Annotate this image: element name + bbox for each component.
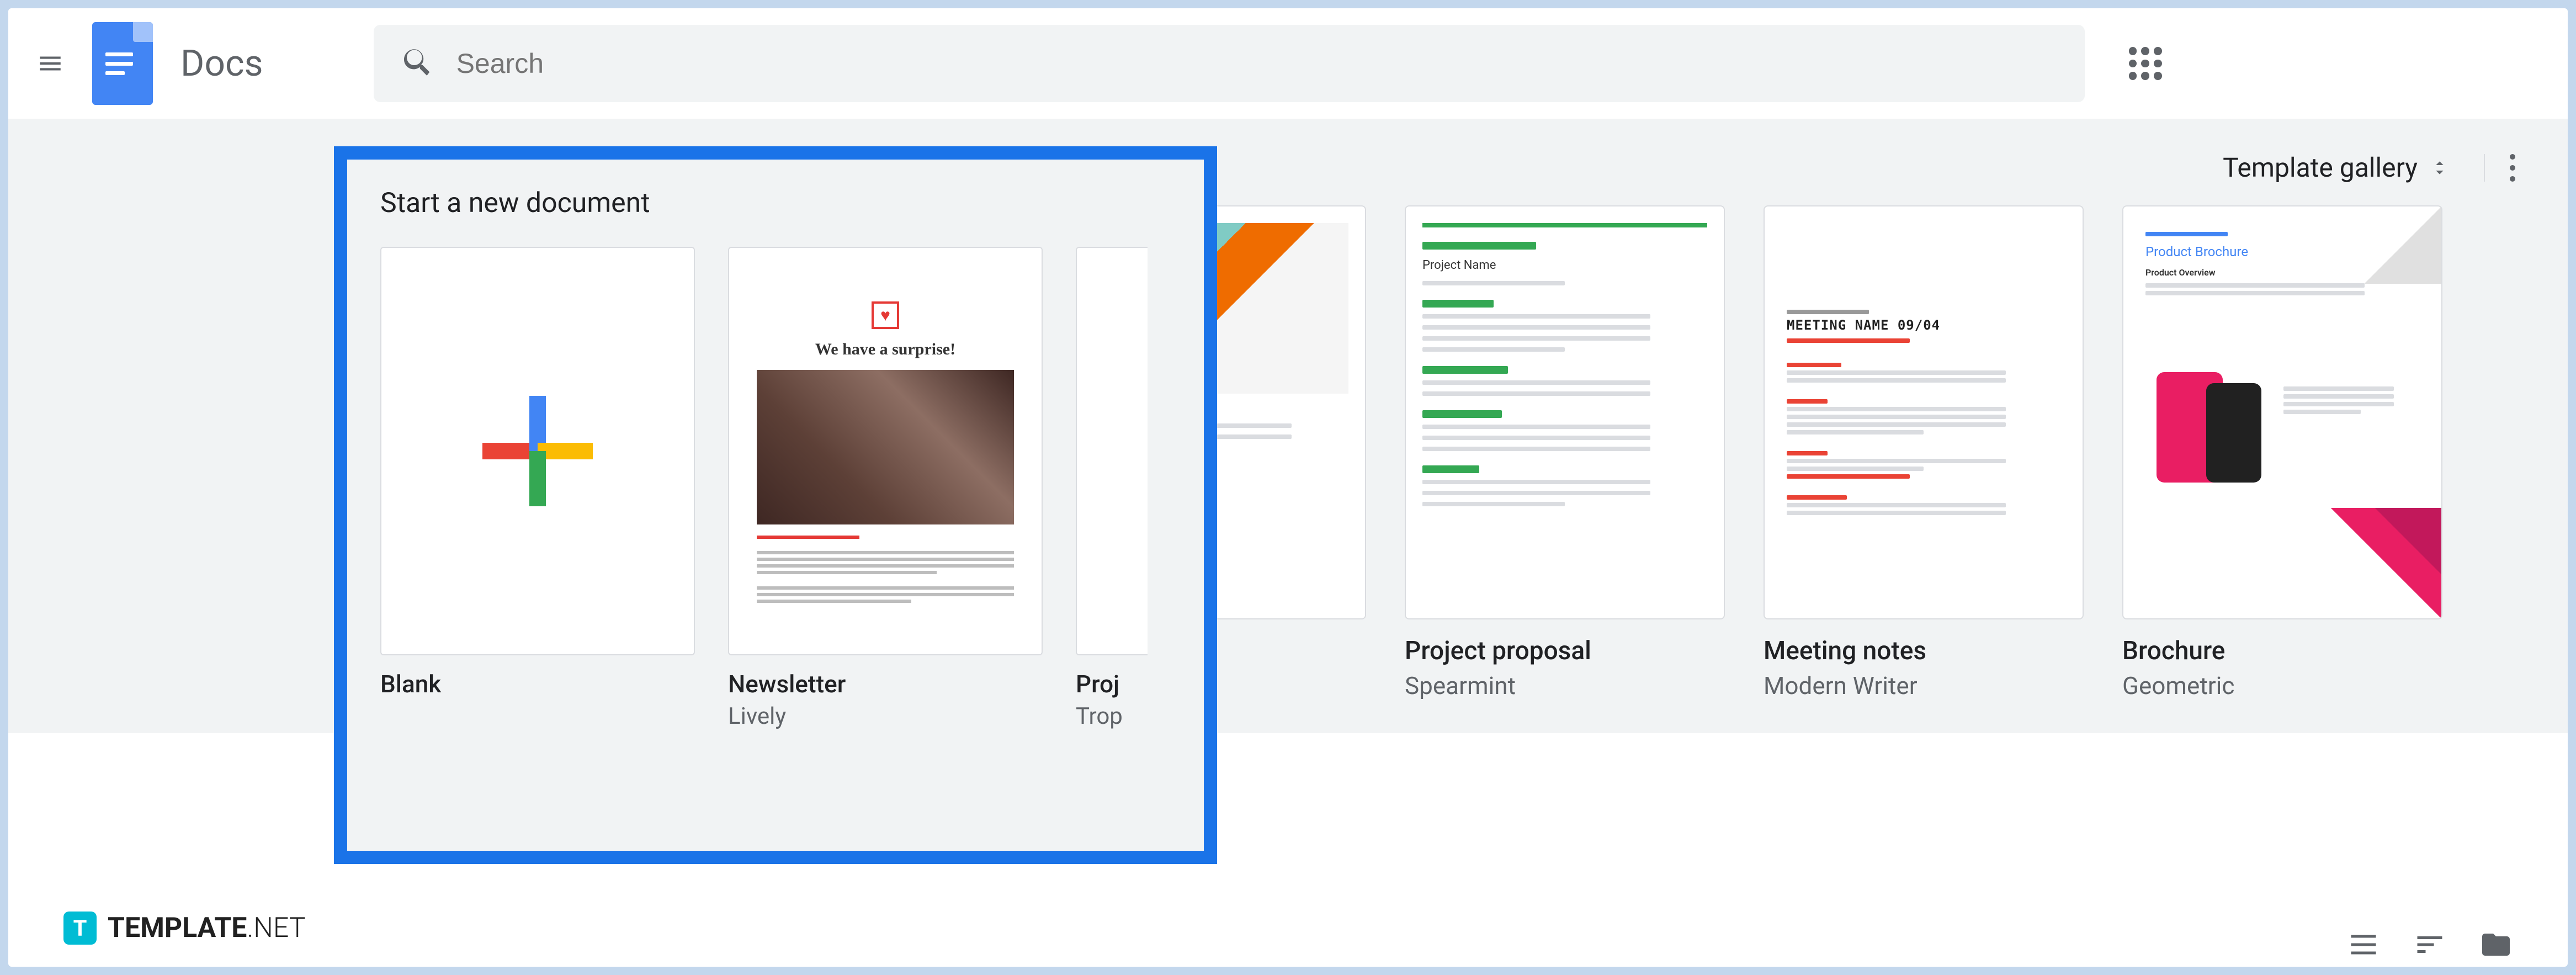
list-view-icon[interactable] bbox=[2347, 928, 2380, 961]
template-title: Blank bbox=[380, 670, 695, 698]
template-subtitle: Modern Writer bbox=[1764, 671, 2084, 700]
sort-icon[interactable] bbox=[2413, 928, 2446, 961]
template-thumbnail: Project Name bbox=[1405, 205, 1725, 619]
template-gallery-toggle[interactable]: Template gallery bbox=[2223, 152, 2451, 183]
template-card-meeting-notes[interactable]: MEETING NAME 09/04 bbox=[1764, 205, 2084, 700]
template-subtitle: Lively bbox=[728, 703, 1043, 730]
template-card-brochure[interactable]: Product Brochure Product Overview Brochu… bbox=[2122, 205, 2442, 700]
watermark-bold: TEMPLATE bbox=[108, 912, 247, 944]
section-title: Start a new document bbox=[380, 187, 1171, 219]
watermark-badge-icon: T bbox=[63, 912, 97, 945]
template-thumbnail bbox=[1076, 247, 1148, 655]
bottom-toolbar bbox=[2347, 928, 2513, 961]
template-title: Proj bbox=[1076, 670, 1148, 698]
template-subtitle: Geometric bbox=[2122, 671, 2442, 700]
search-input[interactable] bbox=[456, 47, 2057, 80]
hamburger-icon bbox=[36, 50, 64, 77]
template-card-tropic-cut[interactable]: Proj Trop bbox=[1076, 247, 1148, 730]
template-card-spearmint[interactable]: Project Name Pro bbox=[1405, 205, 1725, 700]
unfold-icon bbox=[2429, 157, 2451, 179]
template-card-newsletter[interactable]: ♥ We have a surprise! Newsletter Lively bbox=[728, 247, 1043, 730]
template-title: Meeting notes bbox=[1764, 636, 2084, 666]
template-thumbnail: ♥ We have a surprise! bbox=[728, 247, 1043, 655]
google-apps-button[interactable] bbox=[2129, 47, 2162, 80]
template-title: Brochure bbox=[2122, 636, 2442, 666]
template-card-blank[interactable]: Blank bbox=[380, 247, 695, 730]
template-thumbnail: Product Brochure Product Overview bbox=[2122, 205, 2442, 619]
docs-logo-icon[interactable] bbox=[92, 22, 153, 105]
watermark-thin: .NET bbox=[247, 912, 305, 944]
plus-icon bbox=[482, 396, 593, 506]
app-title: Docs bbox=[180, 43, 263, 85]
folder-icon[interactable] bbox=[2479, 928, 2513, 961]
search-icon bbox=[401, 46, 456, 81]
main-menu-button[interactable] bbox=[30, 44, 70, 83]
gallery-label: Template gallery bbox=[2223, 152, 2418, 183]
more-options-button[interactable] bbox=[2484, 154, 2513, 182]
app-window: Docs Template gallery bbox=[8, 8, 2568, 967]
watermark: T TEMPLATE.NET bbox=[63, 912, 306, 945]
highlight-callout: Start a new document Blank ♥ We have a s… bbox=[334, 146, 1217, 864]
template-thumbnail bbox=[380, 247, 695, 655]
template-title: Newsletter bbox=[728, 670, 1043, 698]
template-subtitle: Trop bbox=[1076, 703, 1148, 730]
template-thumbnail: MEETING NAME 09/04 bbox=[1764, 205, 2084, 619]
template-subtitle: Spearmint bbox=[1405, 671, 1725, 700]
search-bar[interactable] bbox=[374, 25, 2085, 102]
heart-icon: ♥ bbox=[872, 301, 899, 329]
template-title: Project proposal bbox=[1405, 636, 1725, 666]
app-header: Docs bbox=[8, 8, 2568, 119]
